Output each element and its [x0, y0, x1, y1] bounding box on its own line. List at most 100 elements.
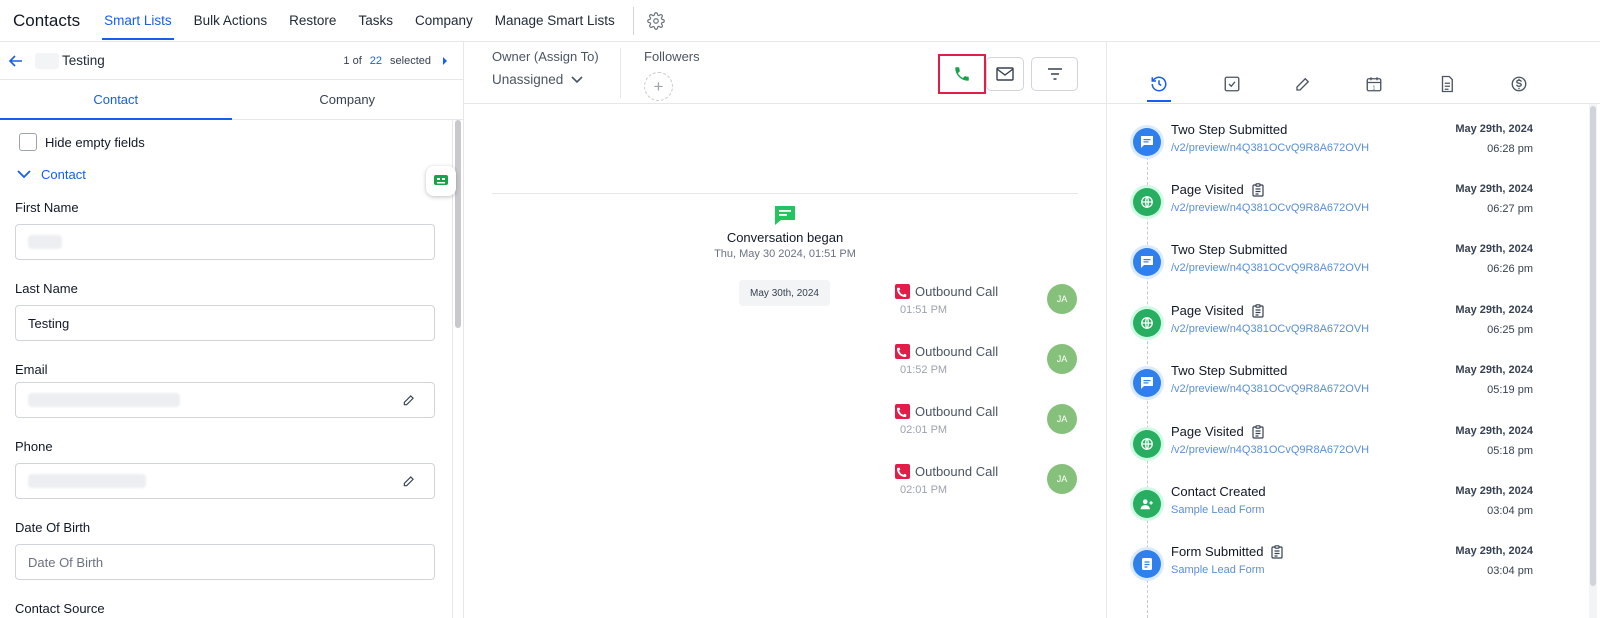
chevron-down-icon: [571, 75, 583, 83]
timeline-item[interactable]: Form Submitted Sample Lead Form May 29th…: [1133, 544, 1533, 584]
timeline-title-text: Two Step Submitted: [1171, 122, 1288, 137]
nav-restore[interactable]: Restore: [289, 0, 336, 42]
first-name-label: First Name: [15, 200, 79, 215]
contact-source-label: Contact Source: [15, 601, 105, 616]
blurred-value: [28, 474, 146, 488]
record-name: Testing: [62, 53, 105, 68]
timeline-link[interactable]: /v2/preview/n4Q381OCvQ9R8A672OVH: [1171, 262, 1369, 274]
call-button[interactable]: [938, 54, 986, 94]
clipboard-icon: [1252, 182, 1264, 197]
call-label: Outbound Call: [915, 464, 999, 479]
timeline-title: Contact Created: [1171, 484, 1266, 499]
dob-field[interactable]: Date Of Birth: [15, 544, 435, 580]
timeline-title-text: Contact Created: [1171, 484, 1266, 499]
timeline-link[interactable]: /v2/preview/n4Q381OCvQ9R8A672OVH: [1171, 142, 1369, 154]
call-log-item[interactable]: Outbound Call 01:52 PM JA: [894, 344, 1094, 384]
activity-icon[interactable]: [1147, 72, 1171, 102]
timeline-time: 03:04 pm: [1487, 505, 1533, 517]
email-button[interactable]: [986, 57, 1024, 91]
scroll-thumb[interactable]: [455, 120, 461, 328]
call-time: 01:52 PM: [900, 364, 948, 376]
chat-icon: [1133, 248, 1161, 276]
email-field[interactable]: [15, 382, 435, 418]
timeline-date: May 29th, 2024: [1455, 123, 1533, 135]
pencil-icon[interactable]: [402, 474, 416, 491]
timeline-item[interactable]: Contact Created Sample Lead Form May 29t…: [1133, 484, 1533, 524]
hide-empty-checkbox[interactable]: [19, 133, 37, 151]
back-arrow-icon[interactable]: [1, 54, 31, 67]
svg-text:1: 1: [1373, 85, 1376, 91]
dollar-icon[interactable]: [1507, 72, 1531, 96]
timeline-link[interactable]: /v2/preview/n4Q381OCvQ9R8A672OVH: [1171, 383, 1369, 395]
nav-tasks[interactable]: Tasks: [358, 0, 393, 42]
counter-total[interactable]: 22: [370, 55, 382, 67]
timeline-item[interactable]: Two Step Submitted /v2/preview/n4Q381OCv…: [1133, 242, 1533, 282]
contact-avatar-blurred: [35, 52, 59, 69]
timeline-item[interactable]: Page Visited /v2/preview/n4Q381OCvQ9R8A6…: [1133, 424, 1533, 464]
conversation-began-title: Conversation began: [726, 230, 844, 245]
owner-label: Owner (Assign To): [492, 49, 599, 64]
note-icon[interactable]: [1291, 72, 1315, 96]
timeline-item[interactable]: Two Step Submitted /v2/preview/n4Q381OCv…: [1133, 363, 1533, 403]
followers-label: Followers: [644, 49, 700, 64]
date-chip: May 30th, 2024: [739, 280, 830, 306]
scroll-thumb[interactable]: [1590, 106, 1596, 586]
nav-bulk-actions[interactable]: Bulk Actions: [194, 0, 268, 42]
timeline-link[interactable]: Sample Lead Form: [1171, 564, 1265, 576]
task-icon[interactable]: [1220, 72, 1244, 96]
timeline-date: May 29th, 2024: [1455, 364, 1533, 376]
call-log-item[interactable]: Outbound Call 02:01 PM JA: [894, 464, 1094, 504]
filter-button[interactable]: [1031, 57, 1078, 91]
tab-contact[interactable]: Contact: [0, 80, 232, 120]
conversation-began: Conversation began Thu, May 30 2024, 01:…: [464, 204, 1106, 260]
section-toggle-contact[interactable]: Contact: [17, 167, 86, 182]
timeline-title-text: Form Submitted: [1171, 544, 1264, 559]
phone-field[interactable]: [15, 463, 435, 499]
next-record-icon[interactable]: [441, 56, 449, 65]
last-name-label: Last Name: [15, 281, 78, 296]
timeline-title: Two Step Submitted: [1171, 242, 1287, 257]
right-scrollbar[interactable]: [1589, 104, 1597, 618]
timeline-item[interactable]: Two Step Submitted /v2/preview/n4Q381OCv…: [1133, 122, 1533, 162]
pencil-icon[interactable]: [402, 393, 416, 410]
timeline-date: May 29th, 2024: [1455, 485, 1533, 497]
app-title: Contacts: [13, 10, 81, 30]
owner-select[interactable]: Unassigned: [492, 72, 583, 87]
left-scrollbar[interactable]: [452, 120, 462, 618]
hide-empty-label: Hide empty fields: [45, 134, 145, 150]
timeline-item[interactable]: Page Visited /v2/preview/n4Q381OCvQ9R8A6…: [1133, 182, 1533, 222]
nav-divider: [632, 6, 634, 35]
clipboard-icon: [1252, 303, 1264, 318]
blurred-value: [28, 393, 180, 407]
timeline-time: 05:18 pm: [1487, 445, 1533, 457]
timeline-link[interactable]: /v2/preview/n4Q381OCvQ9R8A672OVH: [1171, 444, 1369, 456]
hide-empty-fields[interactable]: Hide empty fields: [19, 133, 145, 151]
timeline-link[interactable]: /v2/preview/n4Q381OCvQ9R8A672OVH: [1171, 323, 1369, 335]
first-name-field[interactable]: [15, 224, 435, 260]
nav-manage-smart-lists[interactable]: Manage Smart Lists: [495, 0, 615, 42]
nav-smart-lists[interactable]: Smart Lists: [102, 0, 174, 42]
nav-company[interactable]: Company: [415, 0, 473, 42]
timeline-link[interactable]: /v2/preview/n4Q381OCvQ9R8A672OVH: [1171, 202, 1369, 214]
timeline-time: 06:26 pm: [1487, 263, 1533, 275]
call-log-item[interactable]: Outbound Call 01:51 PM JA: [894, 284, 1094, 324]
gear-icon[interactable]: [646, 11, 666, 31]
globe-icon: [1133, 188, 1161, 216]
timeline-title: Page Visited: [1171, 303, 1264, 318]
record-counter: 1 of 22 selected: [343, 55, 449, 67]
chat-widget-icon[interactable]: [426, 166, 456, 196]
avatar: JA: [1047, 284, 1077, 314]
call-label: Outbound Call: [915, 404, 999, 419]
call-log-item[interactable]: Outbound Call 02:01 PM JA: [894, 404, 1094, 444]
timeline-link[interactable]: Sample Lead Form: [1171, 504, 1265, 516]
tab-company[interactable]: Company: [232, 80, 464, 119]
document-icon[interactable]: [1435, 72, 1459, 96]
timeline-title: Page Visited: [1171, 182, 1264, 197]
calendar-icon[interactable]: 1: [1362, 72, 1386, 96]
message-icon: [775, 206, 795, 225]
last-name-field[interactable]: Testing: [15, 305, 435, 341]
timeline-item[interactable]: Page Visited /v2/preview/n4Q381OCvQ9R8A6…: [1133, 303, 1533, 343]
conversation-panel: Owner (Assign To) Unassigned Followers +…: [464, 42, 1106, 618]
add-follower-button[interactable]: +: [644, 72, 673, 101]
blurred-value: [28, 235, 62, 249]
